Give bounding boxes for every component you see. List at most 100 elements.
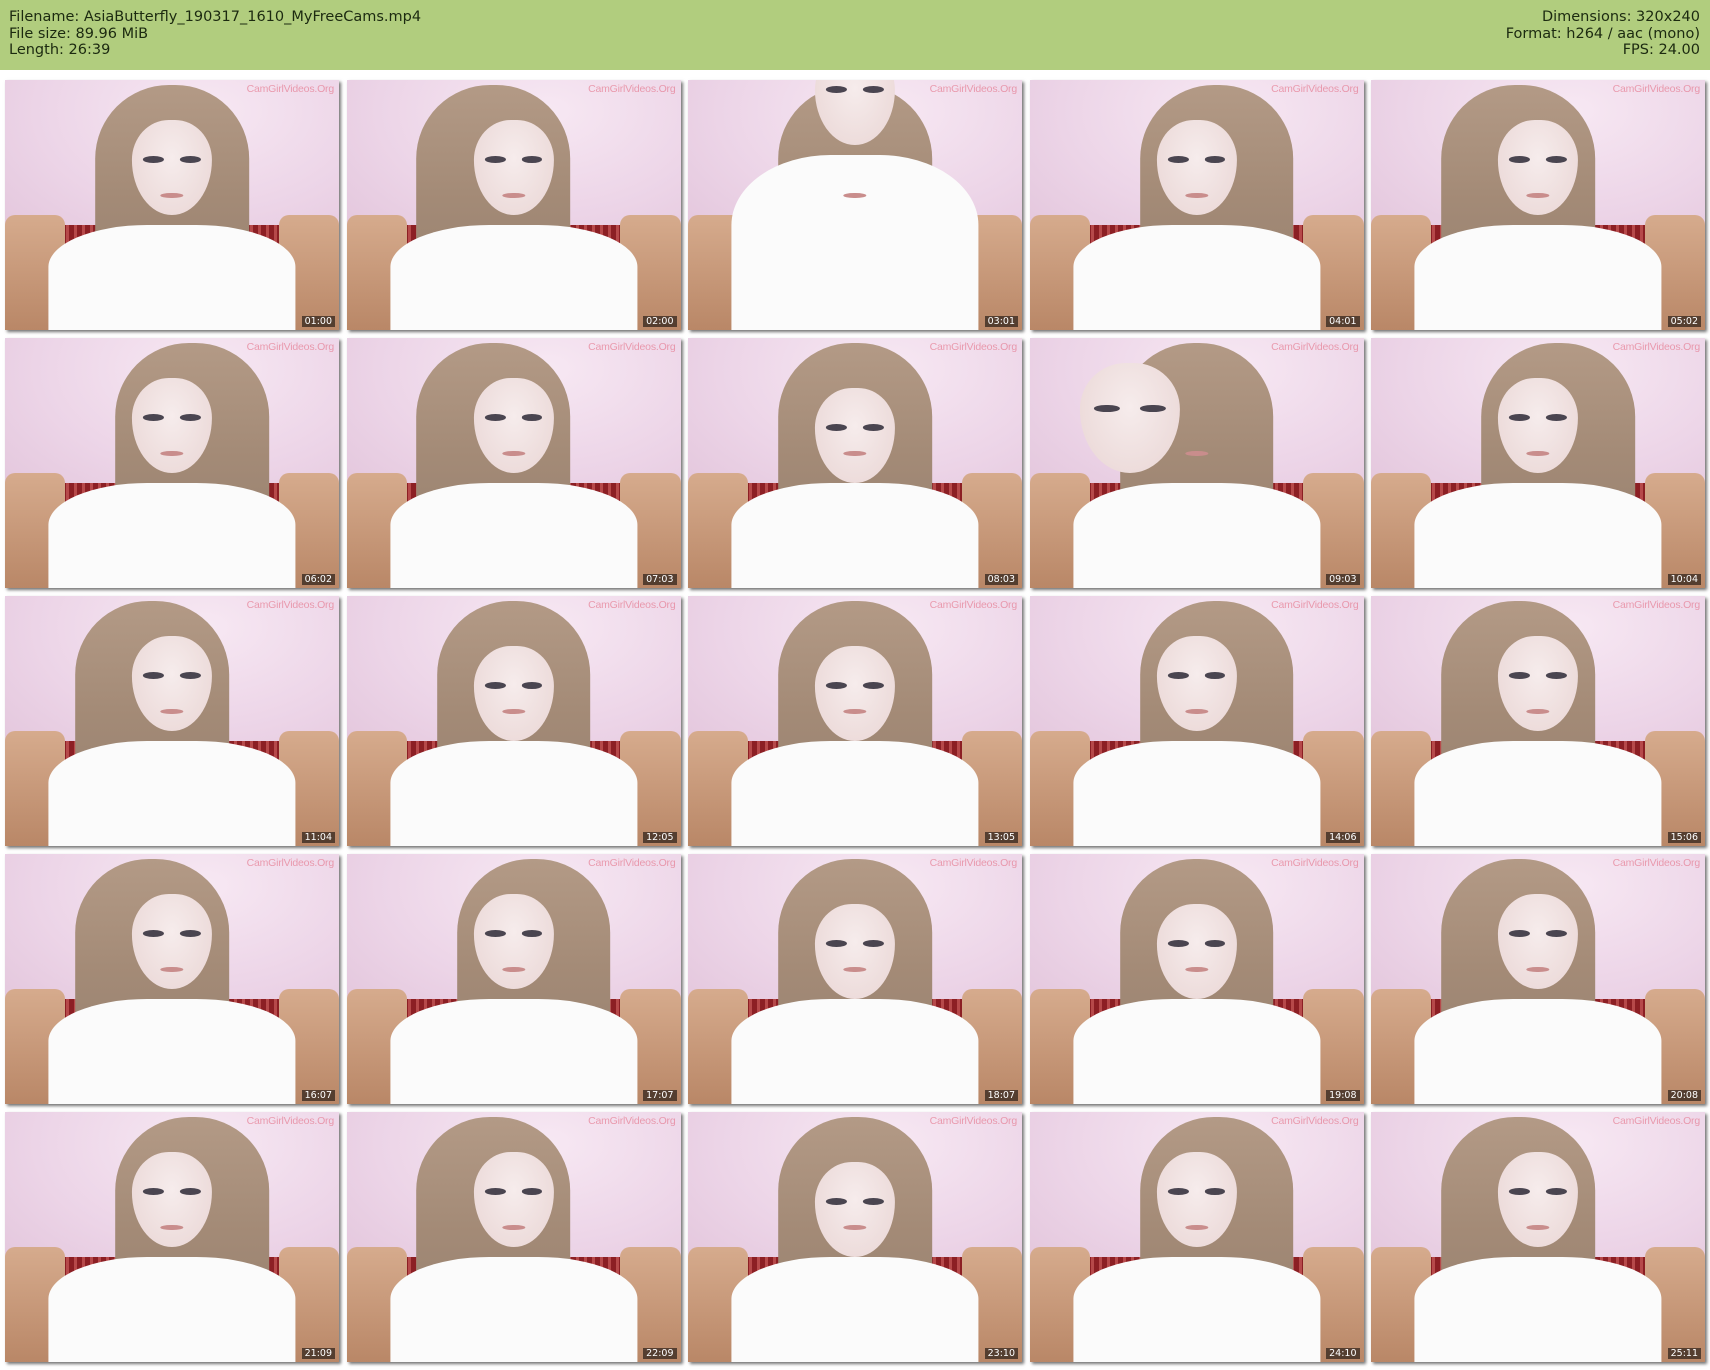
timestamp-label: 17:07 <box>643 1090 677 1101</box>
thumbnail-figure-shirt <box>389 741 638 846</box>
thumbnail-figure-shirt <box>1414 225 1662 330</box>
video-thumbnail[interactable]: CamGirlVideos.Org 18:07 <box>688 854 1022 1104</box>
thumbnail-figure-lips <box>501 192 526 198</box>
file-info-right: Dimensions: 320x240 Format: h264 / aac (… <box>1506 9 1700 59</box>
video-thumbnail[interactable]: CamGirlVideos.Org 24:10 <box>1029 1112 1364 1362</box>
video-thumbnail[interactable]: CamGirlVideos.Org 13:05 <box>688 596 1022 846</box>
timestamp-label: 01:00 <box>301 316 335 327</box>
thumbnail-figure-lips <box>160 708 184 714</box>
timestamp-label: 08:03 <box>984 574 1018 585</box>
timestamp-label: 13:05 <box>984 832 1018 843</box>
watermark-label: CamGirlVideos.Org <box>588 857 676 869</box>
thumbnail-figure-lips <box>843 450 867 456</box>
length-label: Length: 26:39 <box>9 42 111 58</box>
watermark-label: CamGirlVideos.Org <box>929 857 1018 869</box>
thumbnail-figure-shirt <box>389 999 638 1104</box>
dimensions-label: Dimensions: 320x240 <box>1541 9 1700 25</box>
watermark-label: CamGirlVideos.Org <box>929 1115 1018 1127</box>
thumbnail-figure-lips <box>160 966 184 972</box>
timestamp-label: 11:04 <box>301 832 335 843</box>
watermark-label: CamGirlVideos.Org <box>1612 341 1701 353</box>
video-thumbnail[interactable]: CamGirlVideos.Org 06:02 <box>5 338 339 588</box>
video-thumbnail[interactable]: CamGirlVideos.Org 03:01 <box>688 80 1022 330</box>
video-thumbnail[interactable]: CamGirlVideos.Org 02:00 <box>346 80 681 330</box>
thumbnail-figure-shirt <box>48 483 296 588</box>
thumbnail-figure-shirt <box>731 1257 979 1362</box>
timestamp-label: 21:09 <box>301 1348 335 1359</box>
thumbnail-figure-shirt <box>389 483 638 588</box>
watermark-label: CamGirlVideos.Org <box>588 1115 676 1127</box>
filename-label: Filename: AsiaButterfly_190317_1610_MyFr… <box>9 9 422 25</box>
video-thumbnail[interactable]: CamGirlVideos.Org 05:02 <box>1371 80 1705 330</box>
thumbnail-figure-shirt <box>1072 741 1321 846</box>
video-thumbnail[interactable]: CamGirlVideos.Org 08:03 <box>688 338 1022 588</box>
video-thumbnail[interactable]: CamGirlVideos.Org 16:07 <box>5 854 339 1104</box>
thumbnail-figure-lips <box>1526 966 1550 972</box>
video-thumbnail[interactable]: CamGirlVideos.Org 25:11 <box>1371 1112 1705 1362</box>
watermark-label: CamGirlVideos.Org <box>588 83 676 95</box>
thumbnail-figure-shirt <box>389 225 638 330</box>
thumbnail-figure-lips <box>160 450 184 456</box>
watermark-label: CamGirlVideos.Org <box>246 83 335 95</box>
video-thumbnail[interactable]: CamGirlVideos.Org 04:01 <box>1029 80 1364 330</box>
timestamp-label: 19:08 <box>1326 1090 1360 1101</box>
video-thumbnail[interactable]: CamGirlVideos.Org 21:09 <box>5 1112 339 1362</box>
thumbnail-figure-lips <box>843 966 867 972</box>
thumbnail-figure-shirt <box>1072 999 1321 1104</box>
watermark-label: CamGirlVideos.Org <box>246 1115 335 1127</box>
thumbnail-figure-shirt <box>48 225 296 330</box>
video-thumbnail[interactable]: CamGirlVideos.Org 09:03 <box>1029 338 1364 588</box>
thumbnail-figure-shirt <box>1414 483 1662 588</box>
video-thumbnail[interactable]: CamGirlVideos.Org 10:04 <box>1371 338 1705 588</box>
thumbnail-figure-lips <box>1184 1224 1209 1230</box>
thumbnail-figure-shirt <box>1414 1257 1662 1362</box>
thumbnail-figure-lips <box>1526 450 1550 456</box>
timestamp-label: 12:05 <box>643 832 677 843</box>
timestamp-label: 05:02 <box>1667 316 1701 327</box>
video-thumbnail[interactable]: CamGirlVideos.Org 14:06 <box>1029 596 1364 846</box>
video-thumbnail[interactable]: CamGirlVideos.Org 01:00 <box>5 80 339 330</box>
timestamp-label: 20:08 <box>1667 1090 1701 1101</box>
thumbnail-figure-shirt <box>731 741 979 846</box>
thumbnail-figure-lips <box>843 1224 867 1230</box>
timestamp-label: 23:10 <box>984 1348 1018 1359</box>
video-thumbnail[interactable]: CamGirlVideos.Org 19:08 <box>1029 854 1364 1104</box>
info-header: Filename: AsiaButterfly_190317_1610_MyFr… <box>0 0 1710 70</box>
thumbnail-figure-shirt <box>389 1257 638 1362</box>
thumbnail-figure-lips <box>843 708 867 714</box>
format-label: Format: h264 / aac (mono) <box>1505 25 1700 42</box>
thumbnail-figure-shirt <box>731 155 979 330</box>
video-thumbnail[interactable]: CamGirlVideos.Org 07:03 <box>346 338 681 588</box>
timestamp-label: 03:01 <box>984 316 1018 327</box>
thumbnail-grid: CamGirlVideos.Org 01:00 CamGirlVideos.Org 0… <box>5 80 1705 1365</box>
video-thumbnail[interactable]: CamGirlVideos.Org 23:10 <box>688 1112 1022 1362</box>
watermark-label: CamGirlVideos.Org <box>246 857 335 869</box>
timestamp-label: 06:02 <box>301 574 335 585</box>
thumbnail-figure-lips <box>1184 450 1209 456</box>
timestamp-label: 02:00 <box>643 316 677 327</box>
file-info-left: Filename: AsiaButterfly_190317_1610_MyFr… <box>9 9 421 59</box>
video-thumbnail[interactable]: CamGirlVideos.Org 17:07 <box>346 854 681 1104</box>
video-thumbnail[interactable]: CamGirlVideos.Org 15:06 <box>1371 596 1705 846</box>
thumbnail-figure-lips <box>501 450 526 456</box>
video-thumbnail[interactable]: CamGirlVideos.Org 11:04 <box>5 596 339 846</box>
video-thumbnail[interactable]: CamGirlVideos.Org 22:09 <box>346 1112 681 1362</box>
thumbnail-figure-shirt <box>1072 483 1321 588</box>
video-thumbnail[interactable]: CamGirlVideos.Org 20:08 <box>1371 854 1705 1104</box>
timestamp-label: 16:07 <box>301 1090 335 1101</box>
thumbnail-figure-lips <box>1184 192 1209 198</box>
watermark-label: CamGirlVideos.Org <box>929 83 1018 95</box>
fps-label: FPS: 24.00 <box>1622 42 1700 58</box>
watermark-label: CamGirlVideos.Org <box>1271 1115 1359 1127</box>
thumbnail-figure-lips <box>501 966 526 972</box>
timestamp-label: 18:07 <box>984 1090 1018 1101</box>
thumbnail-figure-shirt <box>48 741 296 846</box>
timestamp-label: 14:06 <box>1326 832 1360 843</box>
thumbnail-figure-shirt <box>731 999 979 1104</box>
video-thumbnail[interactable]: CamGirlVideos.Org 12:05 <box>346 596 681 846</box>
thumbnail-figure-shirt <box>1414 999 1662 1104</box>
thumbnail-figure-shirt <box>1414 741 1662 846</box>
thumbnail-figure-lips <box>1184 708 1209 714</box>
watermark-label: CamGirlVideos.Org <box>929 599 1018 611</box>
thumbnail-figure-shirt <box>48 999 296 1104</box>
